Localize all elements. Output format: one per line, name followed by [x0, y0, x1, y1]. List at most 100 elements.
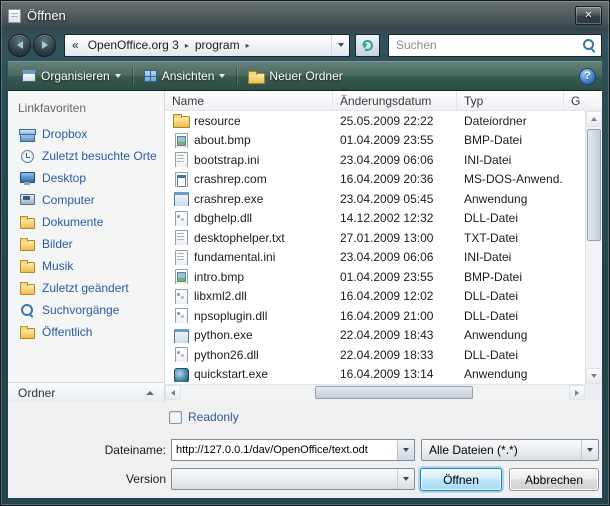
filetype-dropdown-button[interactable]	[581, 440, 598, 460]
file-type: BMP-Datei	[457, 133, 564, 147]
forward-button[interactable]	[33, 34, 56, 57]
file-icon	[173, 289, 189, 304]
file-row[interactable]: intro.bmp01.04.2009 23:55BMP-Datei	[165, 267, 585, 287]
filename-input[interactable]	[172, 444, 397, 456]
horizontal-scroll-thumb[interactable]	[315, 386, 473, 399]
refresh-button[interactable]	[355, 34, 380, 57]
organize-button[interactable]: Organisieren	[14, 66, 129, 86]
open-button[interactable]: Öffnen	[420, 468, 502, 491]
favorites-list: Dropbox Zuletzt besuchte Orte Desktop Co…	[8, 123, 164, 343]
file-date: 16.04.2009 21:00	[333, 309, 457, 323]
file-row[interactable]: python.exe22.04.2009 18:43Anwendung	[165, 326, 585, 346]
breadcrumb-overflow-button[interactable]: «	[65, 38, 83, 52]
file-row[interactable]: quickstart.exe16.04.2009 13:14Anwendung	[165, 365, 585, 385]
file-row[interactable]: npsoplugin.dll16.04.2009 21:00DLL-Datei	[165, 306, 585, 326]
scroll-up-button[interactable]	[586, 111, 602, 127]
cancel-button[interactable]: Abbrechen	[509, 468, 599, 491]
sidebar-item-label: Dropbox	[42, 127, 87, 141]
sidebar-item-searches[interactable]: Suchvorgänge	[8, 299, 164, 321]
readonly-checkbox[interactable]	[169, 411, 182, 424]
close-button[interactable]: ✕	[575, 6, 602, 25]
title-bar[interactable]: Öffnen ✕	[2, 2, 608, 29]
file-row[interactable]: libxml2.dll16.04.2009 12:02DLL-Datei	[165, 287, 585, 307]
search-input[interactable]	[396, 38, 582, 52]
back-arrow-icon	[17, 41, 23, 49]
file-row[interactable]: fundamental.ini23.04.2009 06:06INI-Datei	[165, 248, 585, 268]
vertical-scrollbar[interactable]	[585, 111, 602, 384]
chevron-down-icon	[219, 74, 225, 78]
file-row[interactable]: crashrep.exe23.04.2009 05:45Anwendung	[165, 189, 585, 209]
refresh-icon	[361, 38, 374, 51]
sidebar-item-label: Zuletzt geändert	[42, 281, 129, 295]
search-icon[interactable]	[582, 38, 596, 52]
breadcrumb-separator[interactable]: ▸	[245, 41, 251, 50]
search-box[interactable]	[388, 34, 602, 57]
filetype-select[interactable]: Alle Dateien (*.*)	[421, 439, 599, 461]
sidebar-item-recent-changes[interactable]: Zuletzt geändert	[8, 277, 164, 299]
file-type: Anwendung	[457, 192, 564, 206]
file-date: 23.04.2009 06:06	[333, 250, 457, 264]
file-row[interactable]: bootstrap.ini23.04.2009 06:06INI-Datei	[165, 150, 585, 170]
scroll-down-button[interactable]	[586, 368, 602, 384]
breadcrumb[interactable]: « OpenOffice.org 3 ▸ program ▸	[64, 34, 350, 57]
folders-expander-bar[interactable]: Ordner	[8, 382, 164, 402]
help-button[interactable]: ?	[579, 68, 596, 85]
toolbar-separator	[236, 67, 237, 85]
version-select[interactable]	[171, 468, 415, 490]
file-date: 16.04.2009 20:36	[333, 172, 457, 186]
file-row[interactable]: about.bmp01.04.2009 23:55BMP-Datei	[165, 131, 585, 151]
music-folder-icon	[19, 258, 36, 274]
window-title: Öffnen	[27, 8, 66, 23]
new-folder-button[interactable]: Neuer Ordner	[240, 66, 350, 86]
scroll-left-button[interactable]	[165, 385, 181, 400]
file-row[interactable]: resource25.05.2009 22:22Dateiordner	[165, 111, 585, 131]
views-button[interactable]: Ansichten	[136, 66, 234, 86]
file-icon	[173, 191, 189, 206]
file-type: INI-Datei	[457, 250, 564, 264]
file-row[interactable]: desktophelper.txt27.01.2009 13:00TXT-Dat…	[165, 228, 585, 248]
sidebar-item-computer[interactable]: Computer	[8, 189, 164, 211]
file-row[interactable]: python26.dll22.04.2009 18:33DLL-Datei	[165, 345, 585, 365]
column-header-date[interactable]: Änderungsdatum	[333, 91, 457, 110]
back-button[interactable]	[8, 34, 31, 57]
sidebar-item-pictures[interactable]: Bilder	[8, 233, 164, 255]
filename-dropdown-button[interactable]	[397, 440, 414, 460]
open-button-label: Öffnen	[443, 473, 479, 487]
file-icon	[173, 269, 189, 284]
horizontal-scrollbar[interactable]	[165, 384, 585, 400]
favorites-title: Linkfavoriten	[18, 101, 86, 115]
file-name: python26.dll	[194, 348, 259, 362]
sidebar-item-public[interactable]: Öffentlich	[8, 321, 164, 343]
recent-places-icon	[19, 148, 36, 164]
command-toolbar: Organisieren Ansichten Neuer Ordner ?	[8, 61, 602, 91]
column-header-name[interactable]: Name	[165, 91, 333, 110]
version-dropdown-button[interactable]	[397, 469, 414, 489]
pictures-folder-icon	[19, 236, 36, 252]
file-icon	[173, 308, 189, 323]
file-name: bootstrap.ini	[194, 153, 259, 167]
file-name: desktophelper.txt	[194, 231, 285, 245]
file-row[interactable]: crashrep.com16.04.2009 20:36MS-DOS-Anwen…	[165, 170, 585, 190]
sidebar-item-recent-places[interactable]: Zuletzt besuchte Orte	[8, 145, 164, 167]
file-date: 27.01.2009 13:00	[333, 231, 457, 245]
chevron-down-icon	[587, 448, 593, 452]
filetype-value: Alle Dateien (*.*)	[429, 443, 518, 457]
column-header-size[interactable]: G	[564, 91, 602, 110]
breadcrumb-item[interactable]: OpenOffice.org 3	[83, 35, 184, 56]
column-header-type[interactable]: Typ	[457, 91, 564, 110]
sidebar-item-dropbox[interactable]: Dropbox	[8, 123, 164, 145]
file-icon	[173, 230, 189, 245]
file-date: 22.04.2009 18:33	[333, 348, 457, 362]
open-dialog-window: Öffnen ✕ « OpenOffice.org 3 ▸ program ▸ …	[0, 0, 610, 506]
filename-label: Dateiname:	[8, 443, 166, 457]
sidebar-item-desktop[interactable]: Desktop	[8, 167, 164, 189]
breadcrumb-item[interactable]: program	[190, 35, 245, 56]
file-type: BMP-Datei	[457, 270, 564, 284]
scroll-right-button[interactable]	[569, 385, 585, 400]
file-row[interactable]: dbghelp.dll14.12.2002 12:32DLL-Datei	[165, 209, 585, 229]
vertical-scroll-thumb[interactable]	[587, 129, 601, 241]
sidebar-item-documents[interactable]: Dokumente	[8, 211, 164, 233]
sidebar-item-music[interactable]: Musik	[8, 255, 164, 277]
readonly-label[interactable]: Readonly	[188, 410, 239, 424]
address-dropdown-button[interactable]	[331, 35, 349, 56]
